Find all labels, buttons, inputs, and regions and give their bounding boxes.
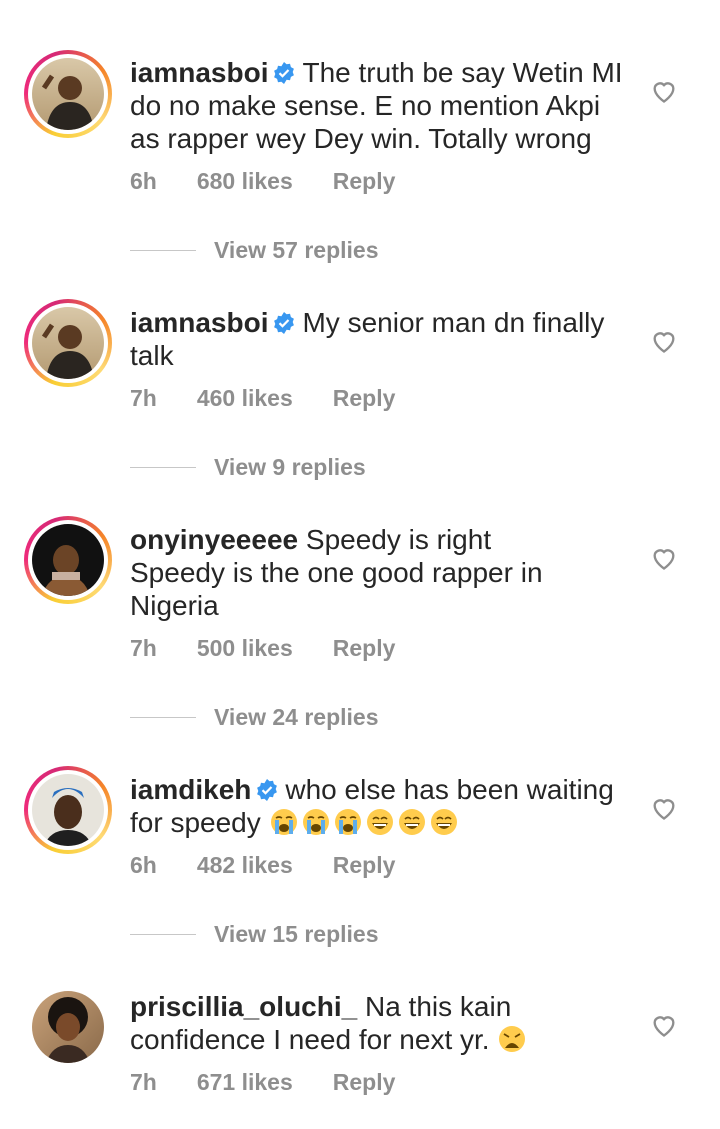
verified-badge-icon: [257, 779, 278, 801]
grinning-sweat-face-icon: [366, 809, 393, 835]
comment-text-block: iamnasboi My senior man dn finally talk: [130, 306, 630, 372]
comment-meta: 6h 680 likes Reply: [130, 168, 435, 195]
reply-button[interactable]: Reply: [333, 168, 396, 195]
weary-face-icon: [499, 1026, 526, 1052]
reply-button[interactable]: Reply: [333, 635, 396, 662]
timestamp: 6h: [130, 852, 157, 878]
comment-meta: 7h 671 likes Reply: [130, 1069, 435, 1096]
timestamp: 7h: [130, 635, 157, 661]
username[interactable]: iamdikeh: [130, 774, 251, 805]
comment-text-block: onyinyeeeee Speedy is right Speedy is th…: [130, 523, 630, 622]
likes-count[interactable]: 482 likes: [197, 852, 293, 879]
comment-meta: 7h 460 likes Reply: [130, 385, 435, 412]
likes-count[interactable]: 500 likes: [197, 635, 293, 662]
divider: [130, 467, 196, 468]
view-replies-label: View 15 replies: [214, 921, 379, 947]
likes-count[interactable]: 680 likes: [197, 168, 293, 195]
view-replies-label: View 24 replies: [214, 704, 379, 730]
username[interactable]: priscillia_oluchi_: [130, 991, 357, 1022]
like-heart-icon[interactable]: [650, 1011, 678, 1039]
username[interactable]: onyinyeeeee: [130, 524, 298, 555]
like-heart-icon[interactable]: [650, 794, 678, 822]
reply-button[interactable]: Reply: [333, 852, 396, 879]
view-replies-label: View 9 replies: [214, 454, 366, 480]
comment-text-block: iamdikeh who else has been waiting for sp…: [130, 773, 630, 839]
avatar[interactable]: [24, 516, 112, 604]
view-replies-button[interactable]: View 24 replies: [130, 704, 379, 731]
avatar[interactable]: [24, 766, 112, 854]
avatar[interactable]: [24, 299, 112, 387]
loudly-crying-face-icon: [334, 809, 361, 835]
view-replies-button[interactable]: View 9 replies: [130, 454, 366, 481]
loudly-crying-face-icon: [302, 809, 329, 835]
verified-badge-icon: [274, 312, 295, 334]
username[interactable]: iamnasboi: [130, 57, 268, 88]
view-replies-button[interactable]: View 57 replies: [130, 237, 379, 264]
reply-button[interactable]: Reply: [333, 385, 396, 412]
verified-badge-icon: [274, 62, 295, 84]
comment-text-block: iamnasboi The truth be say Wetin MI do no…: [130, 56, 630, 155]
grinning-sweat-face-icon: [398, 809, 425, 835]
divider: [130, 250, 196, 251]
divider: [130, 934, 196, 935]
comment-text-line-1: Speedy is right: [305, 524, 492, 555]
divider: [130, 717, 196, 718]
like-heart-icon[interactable]: [650, 77, 678, 105]
timestamp: 7h: [130, 1069, 157, 1095]
avatar[interactable]: [24, 50, 112, 138]
timestamp: 7h: [130, 385, 157, 411]
like-heart-icon[interactable]: [650, 327, 678, 355]
loudly-crying-face-icon: [270, 809, 297, 835]
view-replies-label: View 57 replies: [214, 237, 379, 263]
reply-button[interactable]: Reply: [333, 1069, 396, 1096]
comment-text-line-2: Speedy is the one good rapper in Nigeria: [130, 557, 543, 621]
view-replies-button[interactable]: View 15 replies: [130, 921, 379, 948]
comment-meta: 6h 482 likes Reply: [130, 852, 435, 879]
comment-meta: 7h 500 likes Reply: [130, 635, 435, 662]
like-heart-icon[interactable]: [650, 544, 678, 572]
likes-count[interactable]: 460 likes: [197, 385, 293, 412]
likes-count[interactable]: 671 likes: [197, 1069, 293, 1096]
username[interactable]: iamnasboi: [130, 307, 268, 338]
comment-text-block: priscillia_oluchi_ Na this kain confiden…: [130, 990, 630, 1056]
avatar[interactable]: [24, 983, 112, 1071]
grinning-sweat-face-icon: [430, 809, 457, 835]
emoji-row: [269, 807, 461, 838]
timestamp: 6h: [130, 168, 157, 194]
